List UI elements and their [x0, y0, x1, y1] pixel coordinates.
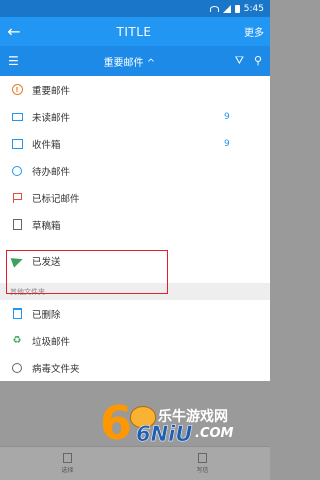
unread-icon [10, 110, 24, 124]
folder-list: ! 重要邮件 未读邮件 9 收件箱 9 待办邮件 已标记邮件 草稿箱 已发送 其… [0, 76, 270, 381]
folder-label: 未读邮件 [32, 112, 71, 124]
battery-icon [234, 4, 240, 13]
inbox-icon [10, 137, 24, 151]
logo-six: 6 [100, 396, 133, 450]
compose-icon [197, 453, 207, 463]
unread-count: 9 [224, 111, 230, 122]
page-title: TITLE [116, 24, 152, 39]
hamburger-icon: ☰ [8, 54, 19, 68]
folder-item-virus[interactable]: 病毒文件夹 [0, 354, 270, 381]
more-button[interactable]: 更多 [240, 24, 270, 39]
folder-label: 已删除 [32, 309, 61, 321]
folder-label: 收件箱 [32, 139, 61, 151]
back-button[interactable]: ← [0, 22, 28, 41]
folder-item-unread[interactable]: 未读邮件 9 [0, 103, 270, 130]
signal-icon [222, 4, 231, 13]
bottom-bar: 选择 写信 [0, 446, 270, 480]
select-button[interactable]: 选择 [61, 453, 74, 474]
inbox-count: 9 [224, 138, 230, 149]
junk-icon: ♻ [12, 335, 22, 346]
wifi-icon [209, 5, 219, 12]
todo-icon [10, 164, 24, 178]
folder-label: 病毒文件夹 [32, 363, 80, 375]
watermark-logo-text: 6NiU [136, 422, 193, 447]
filter-icon[interactable]: ⛛ [235, 54, 244, 68]
select-icon [62, 453, 72, 463]
trash-icon [10, 307, 24, 321]
folder-item-deleted[interactable]: 已删除 [0, 300, 270, 327]
folder-label: 草稿箱 [32, 220, 61, 232]
folder-item-junk[interactable]: ♻ 垃圾邮件 [0, 327, 270, 354]
compose-button[interactable]: 写信 [196, 453, 209, 474]
folder-selector[interactable]: 重要邮件 ^ [24, 54, 235, 69]
folder-label: 垃圾邮件 [32, 336, 71, 348]
folder-item-inbox[interactable]: 收件箱 9 [0, 130, 270, 157]
search-icon[interactable]: ⚲ [254, 54, 262, 68]
arrow-left-icon: ← [7, 22, 21, 41]
folder-label: 待办邮件 [32, 166, 71, 178]
flag-icon [10, 191, 24, 205]
important-icon: ! [10, 83, 24, 97]
app-bar: ← TITLE 更多 [0, 17, 270, 46]
compose-label: 写信 [196, 467, 209, 474]
folder-item-drafts[interactable]: 草稿箱 [0, 211, 270, 238]
virus-icon [10, 361, 24, 375]
folder-label: 已标记邮件 [32, 193, 80, 205]
folder-toolbar: ☰ 重要邮件 ^ ⛛ ⚲ [0, 46, 270, 76]
folder-item-todo[interactable]: 待办邮件 [0, 157, 270, 184]
select-label: 选择 [61, 467, 74, 474]
status-time: 5:45 [243, 3, 264, 14]
folder-item-important[interactable]: ! 重要邮件 [0, 76, 270, 103]
watermark-logo: 6 乐牛游戏网 6NiU .COM [100, 400, 265, 450]
menu-button[interactable]: ☰ [8, 54, 24, 68]
folder-item-flagged[interactable]: 已标记邮件 [0, 184, 270, 211]
folder-label: 重要邮件 [32, 85, 71, 97]
status-bar: 5:45 [0, 0, 270, 17]
draft-icon [10, 218, 24, 232]
watermark-domain: .COM [195, 426, 234, 441]
highlight-box [6, 250, 168, 294]
